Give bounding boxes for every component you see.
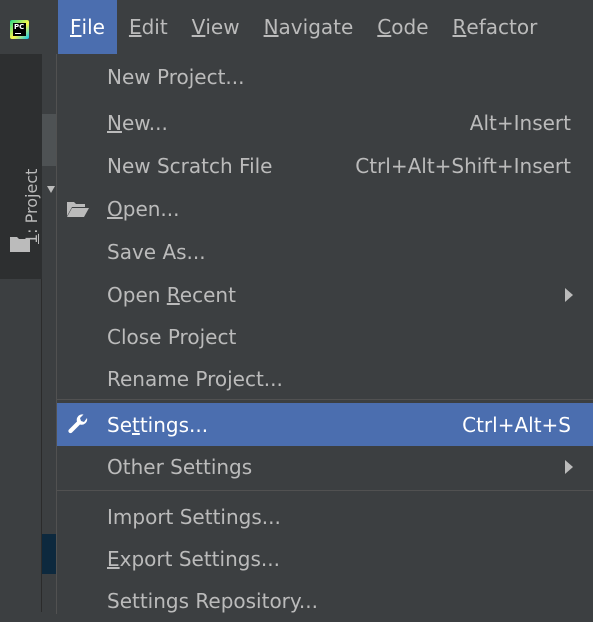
menu-item-label: Settings Repository... [107,589,318,613]
menu-item-import-settings[interactable]: Import Settings... [57,496,593,538]
logo-inner: PC [13,23,26,36]
panel-selection-strip [42,534,56,574]
menu-navigate[interactable]: Navigate [252,0,366,54]
menu-edit[interactable]: Edit [117,0,180,54]
chevron-right-icon [565,288,573,302]
project-tool-tab[interactable]: 1: Project [0,54,42,279]
menu-navigate-post: avigate [278,15,354,39]
menu-item-label: Open... [107,197,180,221]
menu-item-shortcut: Alt+Insert [469,111,571,135]
menu-file[interactable]: File [58,0,117,54]
menu-item-label: Other Settings [107,455,252,479]
menu-item-open[interactable]: Open... [57,188,593,230]
file-menu-dropdown: New Project... New... Alt+Insert New Scr… [56,54,593,614]
label-pre: Import Settings... [107,505,281,529]
menu-item-label: Import Settings... [107,505,281,529]
menu-bar: PC File Edit View Navigate Code Refactor [0,0,593,54]
label-pre: New Scratch File [107,154,273,178]
menu-item-shortcut: Ctrl+Alt+S [462,412,571,437]
menu-refactor-mnemonic: R [452,15,467,39]
menu-items: File Edit View Navigate Code Refactor [58,0,549,54]
menu-file-post: ile [81,15,105,39]
menu-edit-mnemonic: E [128,15,142,39]
label-pre: Close Pro [107,325,200,349]
menu-refactor[interactable]: Refactor [441,0,550,54]
menu-item-label: New Project... [107,65,244,89]
menu-item-new-scratch-file[interactable]: New Scratch File Ctrl+Alt+Shift+Insert [57,145,593,187]
label-pre: Save As... [107,240,206,264]
menu-item-label: Save As... [107,240,206,264]
wrench-icon [68,414,88,434]
label-pre: Settings Repository... [107,589,318,613]
project-tab-text: : Project [22,168,41,234]
label-mnemonic: N [107,111,122,135]
logo-underline [15,33,21,34]
label-post: tings... [139,412,209,437]
menu-item-open-recent[interactable]: Open Recent [57,274,593,316]
menu-separator [57,490,593,491]
menu-item-shortcut: Ctrl+Alt+Shift+Insert [355,154,571,178]
project-panel [42,54,56,612]
project-folder-icon [10,237,30,252]
menu-separator [57,399,593,400]
menu-view-post: iew [205,15,240,39]
label-post: pen... [122,197,180,221]
menu-item-export-settings[interactable]: Export Settings... [57,538,593,580]
label-mnemonic: E [107,547,120,571]
menu-code-mnemonic: C [377,15,392,39]
tree-expand-arrow-icon[interactable] [47,186,55,193]
project-tab-label: 1: Project [22,169,41,244]
menu-item-settings-repository[interactable]: Settings Repository... [57,580,593,622]
label-pre: Other Settings [107,455,253,479]
menu-code-post: ode [391,15,429,39]
chevron-right-icon [565,460,573,474]
menu-view-mnemonic: V [191,15,206,39]
label-mnemonic: t [132,412,140,437]
label-pre: Se [107,412,132,437]
menu-item-label: Close Project [107,325,236,349]
menu-file-mnemonic: F [70,15,82,39]
label-mnemonic: O [107,197,123,221]
menu-edit-post: dit [141,15,168,39]
label-post: ew... [121,111,168,135]
menu-item-label: Open Recent [107,283,236,307]
label-post: ect [205,325,237,349]
label-pre: New Project... [107,65,245,89]
menu-item-label: New... [107,111,168,135]
menu-navigate-mnemonic: N [263,15,279,39]
pycharm-logo-icon: PC [10,20,29,39]
menu-item-other-settings[interactable]: Other Settings [57,446,593,488]
menu-item-settings[interactable]: Settings... Ctrl+Alt+S [57,403,593,446]
label-post: xport Settings... [119,547,280,571]
menu-item-label: Rename Project... [107,367,283,391]
menu-refactor-post: efactor [466,15,538,39]
folder-open-icon [67,202,89,217]
panel-header-strip [42,114,56,166]
menu-item-close-project[interactable]: Close Project [57,316,593,358]
menu-item-save-as[interactable]: Save As... [57,231,593,273]
label-mnemonic: R [166,283,180,307]
menu-item-label: Export Settings... [107,547,280,571]
menu-item-label: Settings... [107,413,208,437]
label-pre: Rename Project... [107,367,283,391]
label-pre: Open [107,283,167,307]
label-post: ecent [179,283,236,307]
menu-item-label: New Scratch File [107,154,273,178]
logo-text: PC [14,23,25,31]
menu-item-rename-project[interactable]: Rename Project... [57,358,593,400]
menu-view[interactable]: View [180,0,252,54]
menu-item-new-project[interactable]: New Project... [57,56,593,98]
menu-item-new[interactable]: New... Alt+Insert [57,102,593,144]
menu-code[interactable]: Code [365,0,440,54]
